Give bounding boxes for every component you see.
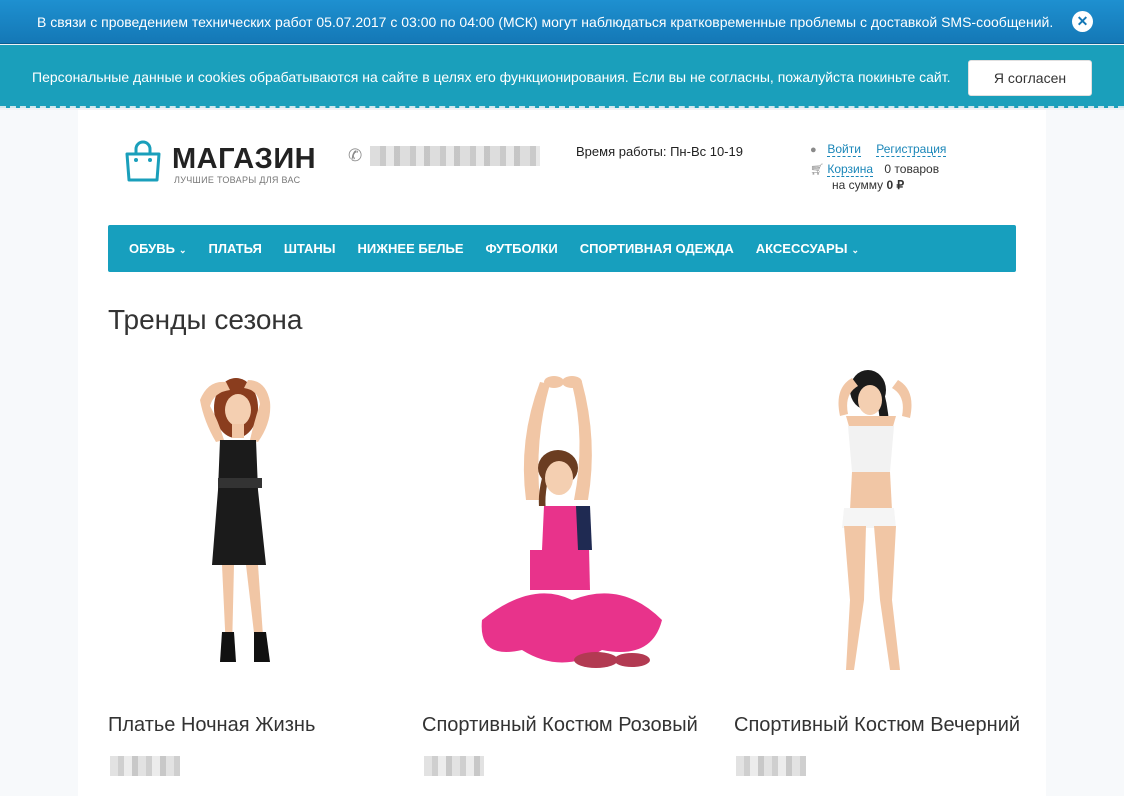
product-image[interactable] <box>734 360 1024 690</box>
maintenance-notice-bar: В связи с проведением технических работ … <box>0 0 1124 44</box>
nav-item-label: ФУТБОЛКИ <box>485 241 558 256</box>
user-icon: ● <box>810 144 817 156</box>
cart-icon: 🛒︎ <box>810 164 824 176</box>
agree-button[interactable]: Я согласен <box>968 60 1092 96</box>
site-logo[interactable]: МАГАЗИН ЛУЧШИЕ ТОВАРЫ ДЛЯ ВАС <box>124 140 324 190</box>
logo-tagline: ЛУЧШИЕ ТОВАРЫ ДЛЯ ВАС <box>174 175 301 185</box>
nav-item-label: ОБУВЬ <box>129 241 175 256</box>
nav-item-shoes[interactable]: ОБУВЬ ⌄ <box>129 241 187 256</box>
logo-name: МАГАЗИН <box>172 143 317 175</box>
product-price-blurred <box>424 756 484 776</box>
main-navigation: ОБУВЬ ⌄ ПЛАТЬЯ ШТАНЫ НИЖНЕЕ БЕЛЬЕ ФУТБОЛК… <box>108 225 1016 272</box>
nav-item-label: ШТАНЫ <box>283 241 336 256</box>
product-name[interactable]: Спортивный Костюм Вечерний <box>734 714 1024 737</box>
maintenance-notice-text: В связи с проведением технических работ … <box>37 14 1054 30</box>
nav-item-pants[interactable]: ШТАНЫ <box>284 241 336 256</box>
user-panel: ● Войти Регистрация 🛒︎ Корзина 0 товаров… <box>810 142 958 198</box>
phone-number: ✆ <box>348 146 548 168</box>
background-shape <box>0 110 78 796</box>
nav-item-sportswear[interactable]: СПОРТИВНАЯ ОДЕЖДА <box>580 241 734 256</box>
cart-link[interactable]: Корзина <box>827 162 874 177</box>
nav-item-dresses[interactable]: ПЛАТЬЯ <box>209 241 262 256</box>
product-card: Спортивный Костюм Вечерний <box>734 360 1024 790</box>
product-card: Платье Ночная Жизнь <box>108 360 398 790</box>
working-hours: Время работы: Пн-Вс 10-19 <box>576 144 743 159</box>
cookie-consent-bar: Персональные данные и cookies обрабатыва… <box>0 45 1124 108</box>
product-card: Спортивный Костюм Розовый <box>422 360 712 790</box>
chevron-down-icon: ⌄ <box>178 245 187 255</box>
product-name[interactable]: Платье Ночная Жизнь <box>108 714 398 737</box>
nav-item-label: ПЛАТЬЯ <box>208 241 262 256</box>
cart-sum-value: 0 ₽ <box>886 178 905 192</box>
main-container: МАГАЗИН ЛУЧШИЕ ТОВАРЫ ДЛЯ ВАС ✆ Время ра… <box>78 110 1046 796</box>
login-link[interactable]: Войти <box>827 142 861 157</box>
product-price-blurred <box>736 756 806 776</box>
nav-item-label: АКСЕССУАРЫ <box>755 241 848 256</box>
section-title: Тренды сезона <box>108 304 303 335</box>
background-shape <box>1046 110 1124 796</box>
close-notice-button[interactable]: ✕ <box>1072 11 1093 32</box>
nav-item-label: НИЖНЕЕ БЕЛЬЕ <box>357 241 464 256</box>
cart-sum-label: на сумму <box>832 178 884 192</box>
cookie-consent-text: Персональные данные и cookies обрабатыва… <box>32 69 951 85</box>
register-link[interactable]: Регистрация <box>876 142 947 157</box>
nav-item-accessories[interactable]: АКСЕССУАРЫ ⌄ <box>756 241 859 256</box>
phone-number-blurred <box>370 146 540 166</box>
product-image[interactable] <box>422 360 712 690</box>
phone-icon: ✆ <box>348 146 363 165</box>
product-image[interactable] <box>108 360 398 690</box>
cart-item-count: 0 товаров <box>884 162 940 176</box>
nav-item-label: СПОРТИВНАЯ ОДЕЖДА <box>579 241 734 256</box>
chevron-down-icon: ⌄ <box>851 245 859 255</box>
product-price-blurred <box>110 756 180 776</box>
close-icon: ✕ <box>1076 13 1089 29</box>
nav-item-underwear[interactable]: НИЖНЕЕ БЕЛЬЕ <box>358 241 464 256</box>
product-name[interactable]: Спортивный Костюм Розовый <box>422 714 712 737</box>
shopping-bag-icon <box>125 140 161 182</box>
nav-item-tshirts[interactable]: ФУТБОЛКИ <box>486 241 558 256</box>
